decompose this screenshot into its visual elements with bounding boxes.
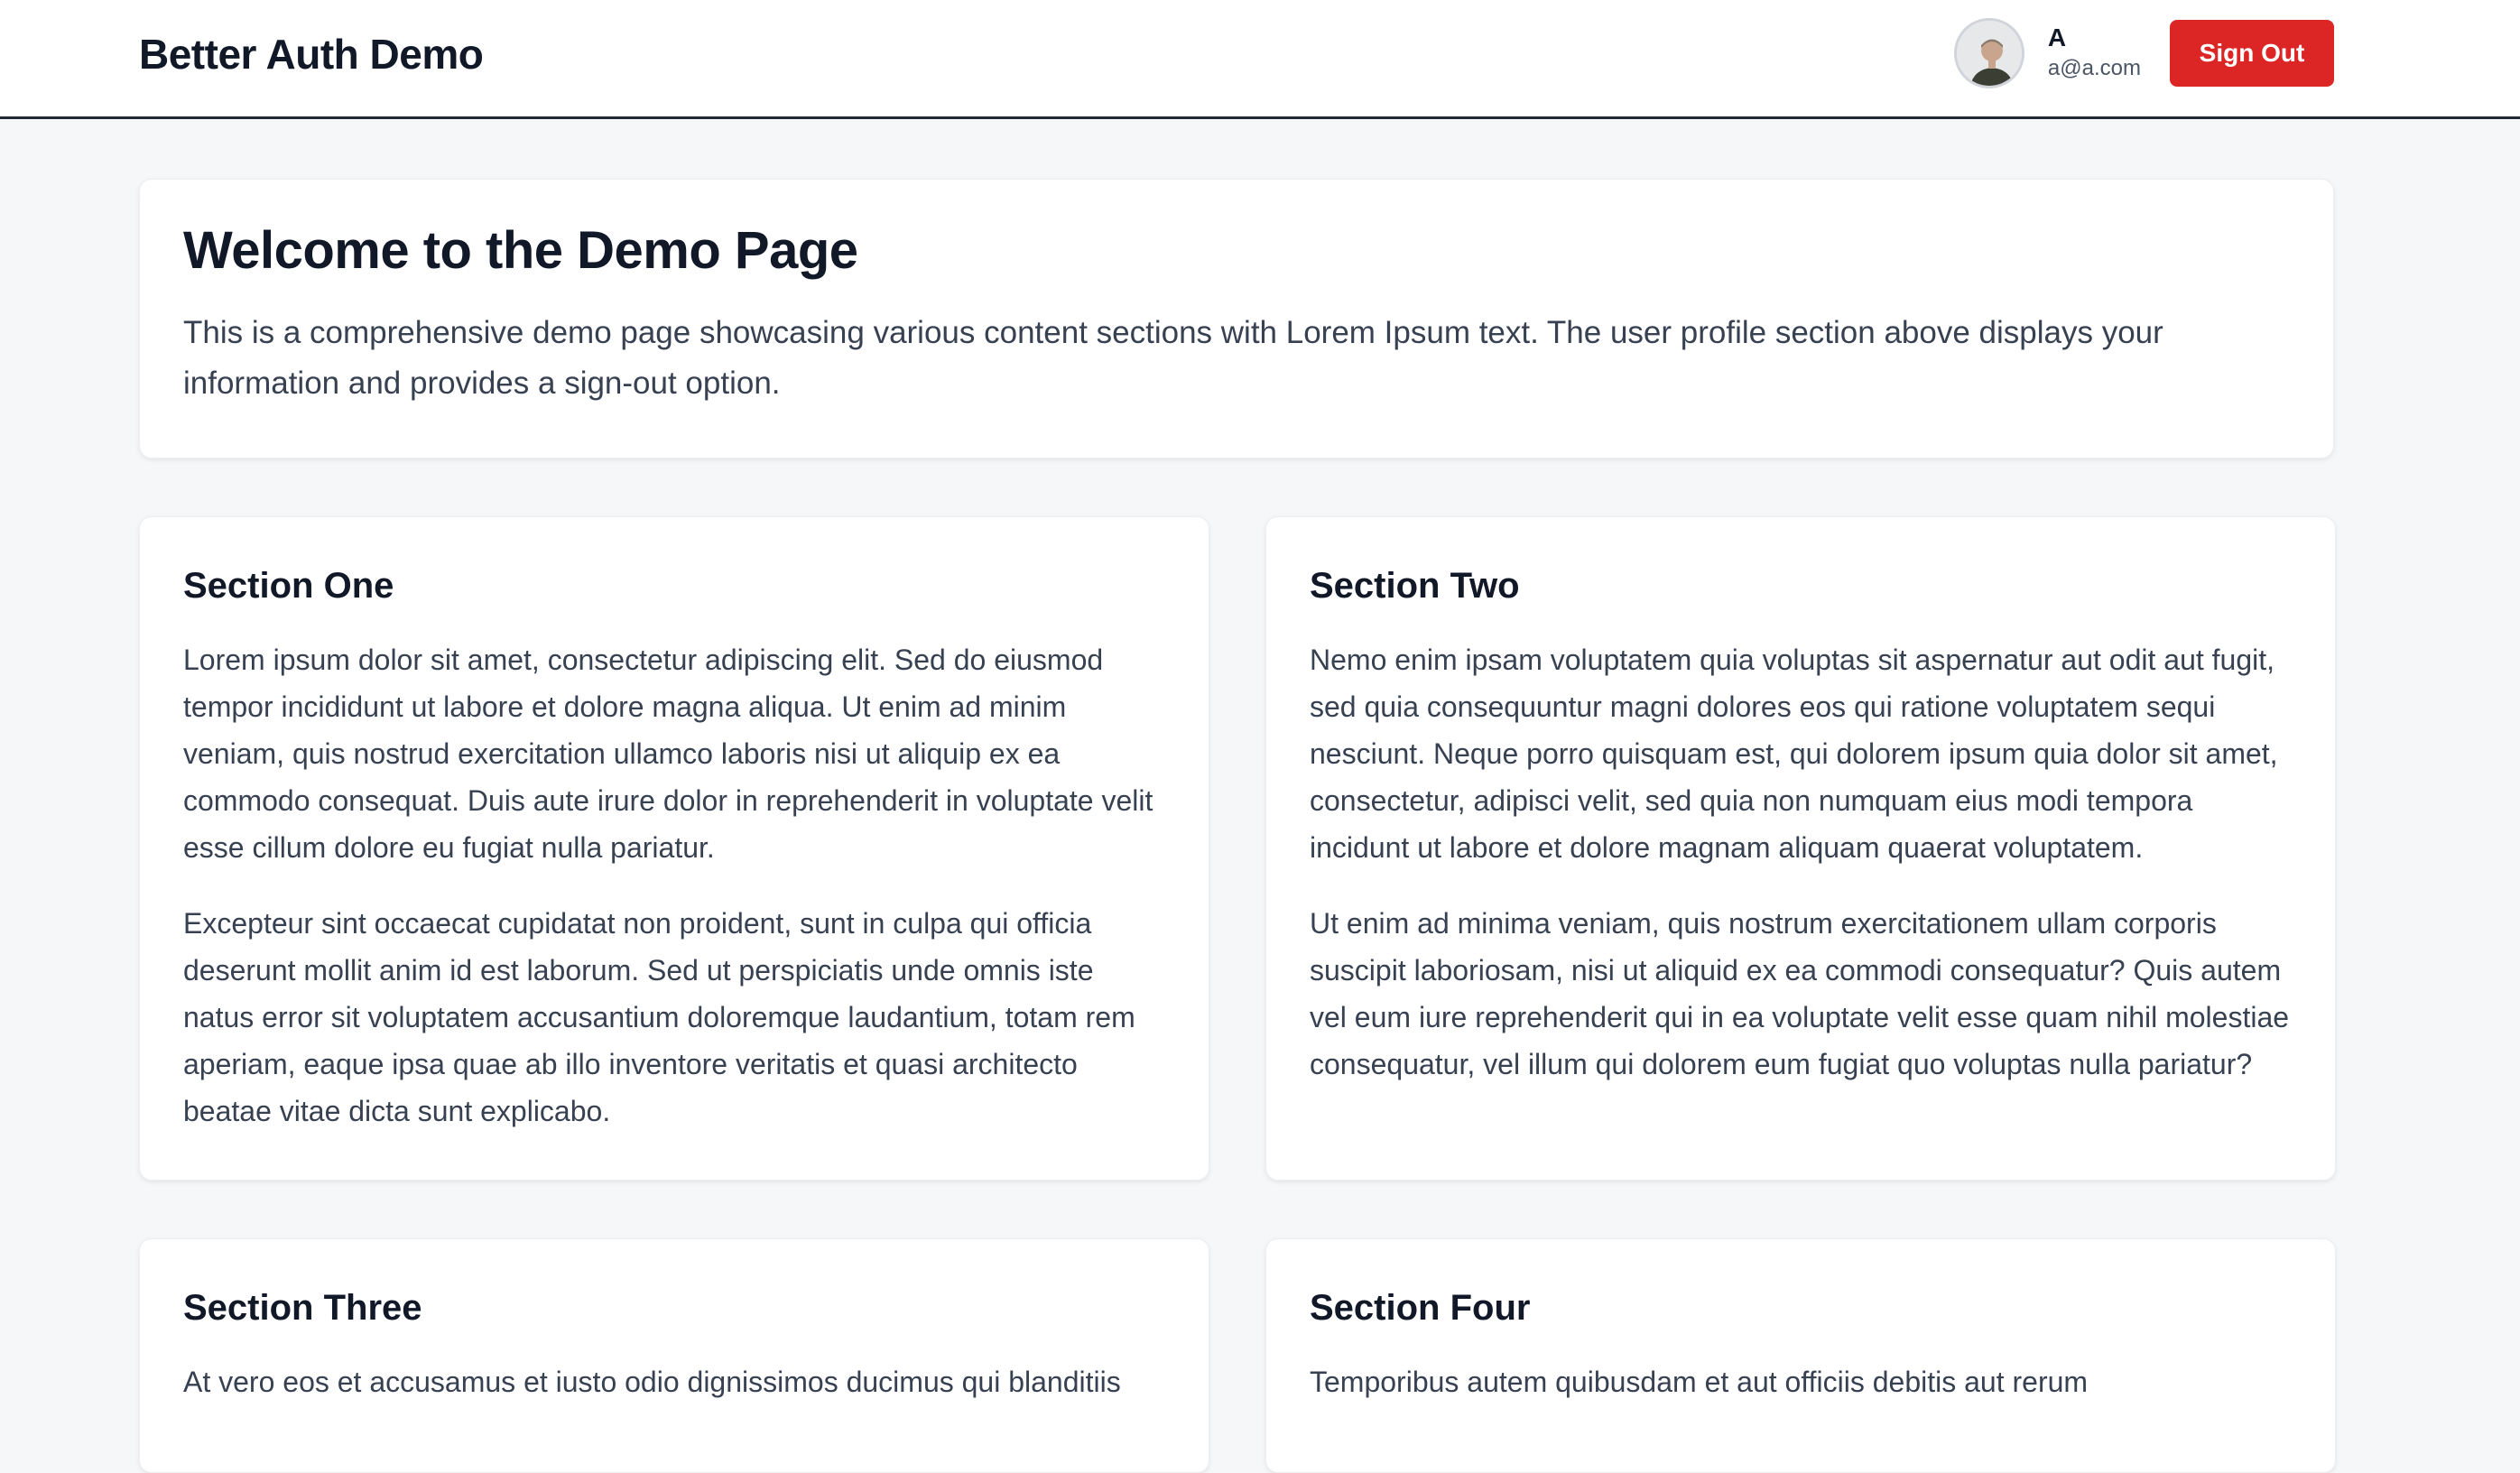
section-paragraph: Nemo enim ipsam voluptatem quia voluptas… [1310, 644, 2278, 864]
brand-title: Better Auth Demo [139, 31, 484, 78]
section-title: Section Two [1310, 566, 1520, 606]
sign-out-button[interactable]: Sign Out [2170, 20, 2334, 87]
top-navigation-bar: Better Auth Demo A a@a.com Sign Out [0, 0, 2520, 119]
user-info: A a@a.com [2048, 23, 2141, 84]
section-two-card: Section Two Nemo enim ipsam voluptatem q… [1265, 516, 2336, 1181]
user-profile-area: A a@a.com Sign Out [1953, 18, 2334, 88]
page-description: This is a comprehensive demo page showca… [183, 315, 2163, 401]
user-avatar[interactable] [1953, 18, 2024, 88]
user-email: a@a.com [2047, 56, 2141, 80]
section-title: Section Three [183, 1288, 422, 1328]
section-three-card: Section Three At vero eos et accusamus e… [139, 1238, 1209, 1473]
user-name: A [2047, 23, 2067, 51]
section-paragraph: Ut enim ad minima veniam, quis nostrum e… [1310, 907, 2290, 1080]
section-title: Section One [183, 566, 394, 606]
section-paragraph: Excepteur sint occaecat cupidatat non pr… [183, 907, 1135, 1127]
section-paragraph: At vero eos et accusamus et iusto odio d… [183, 1366, 1121, 1398]
section-four-card: Section Four Temporibus autem quibusdam … [1265, 1238, 2336, 1473]
section-paragraph: Temporibus autem quibusdam et aut offici… [1310, 1366, 2089, 1398]
page-title: Welcome to the Demo Page [183, 221, 858, 280]
welcome-card: Welcome to the Demo Page This is a compr… [139, 179, 2334, 459]
section-paragraph: Lorem ipsum dolor sit amet, consectetur … [183, 644, 1153, 864]
section-one-card: Section One Lorem ipsum dolor sit amet, … [139, 516, 1209, 1181]
section-title: Section Four [1310, 1288, 1531, 1328]
avatar-photo-icon [1956, 21, 2022, 86]
